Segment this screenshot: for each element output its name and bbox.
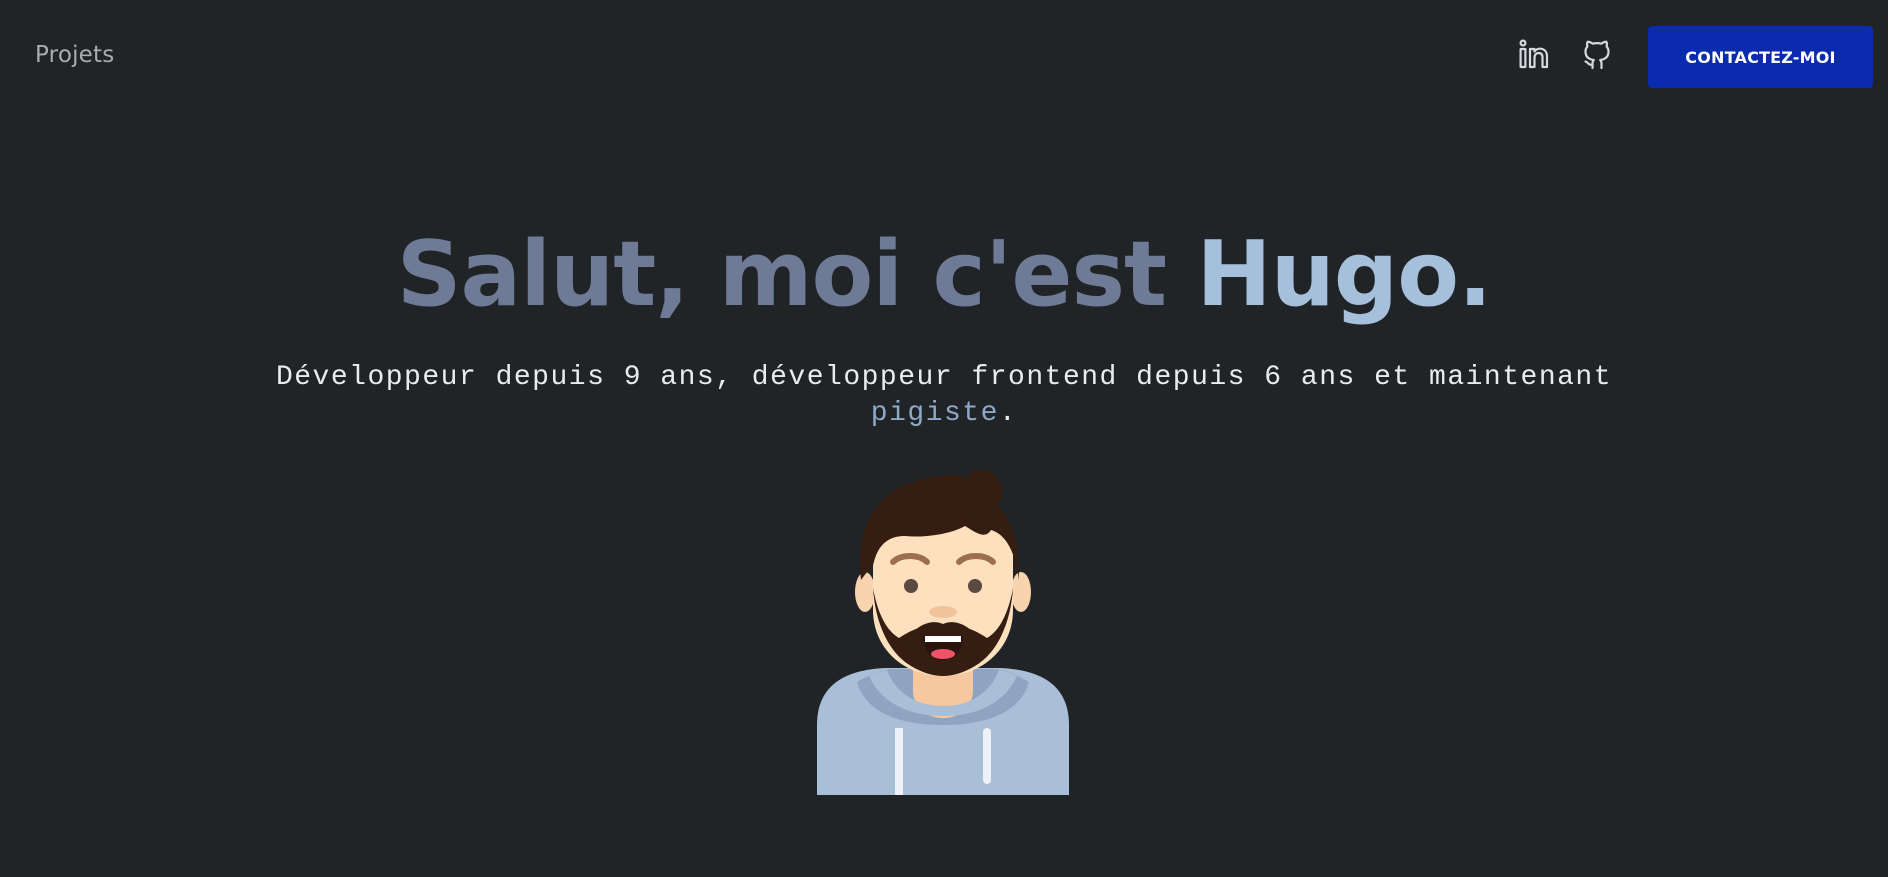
github-icon[interactable] — [1580, 38, 1614, 72]
hero-title: Salut, moi c'est Hugo. — [0, 220, 1888, 330]
hero-subtitle-end: . — [998, 398, 1018, 429]
hero-title-prefix: Salut, moi c'est — [396, 222, 1197, 327]
hero-subtitle-highlight: pigiste — [870, 398, 999, 429]
nav-link-projects[interactable]: Projets — [35, 42, 114, 68]
hero-title-name: Hugo — [1196, 222, 1459, 327]
hero-subtitle: Développeur depuis 9 ans, développeur fr… — [200, 360, 1688, 432]
hero-title-suffix: . — [1458, 222, 1492, 327]
bearded-man-avatar-icon — [815, 469, 1071, 795]
linkedin-icon[interactable] — [1517, 38, 1551, 72]
hero-subtitle-main: Développeur depuis 9 ans, développeur fr… — [275, 362, 1613, 393]
top-navigation: Projets CONTACTEZ-MOI — [0, 0, 1888, 114]
contact-me-button[interactable]: CONTACTEZ-MOI — [1648, 26, 1873, 88]
